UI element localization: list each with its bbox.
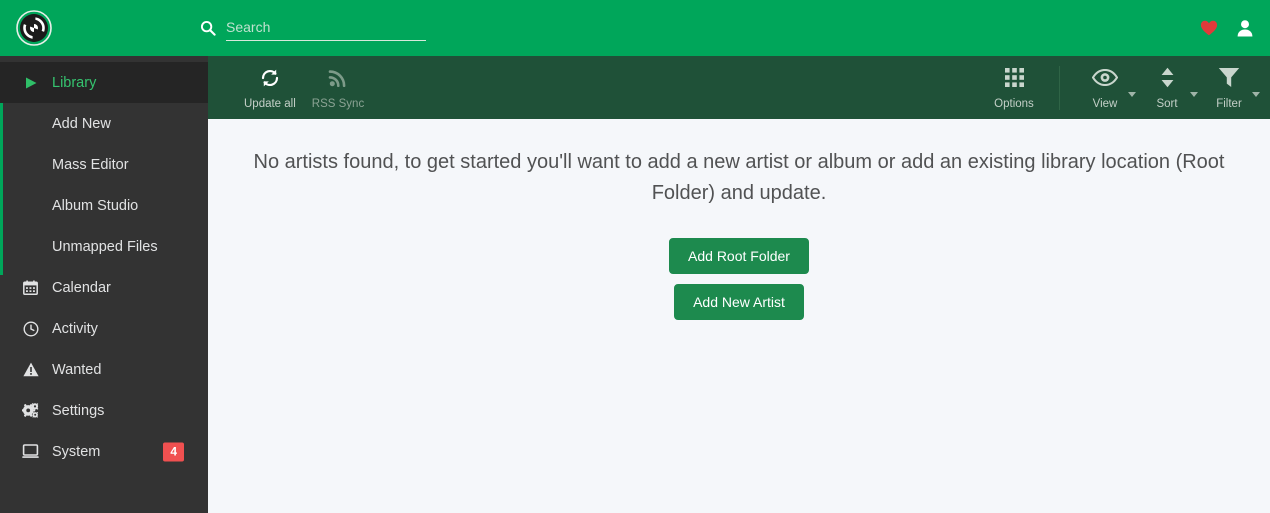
sidebar-item-label: Mass Editor: [52, 156, 129, 173]
toolbar-button-label: Filter: [1216, 97, 1242, 110]
sidebar-item-label: Settings: [52, 402, 105, 419]
lidarr-logo-icon: [16, 10, 52, 46]
warning-icon: [22, 361, 39, 378]
sidebar-item-settings[interactable]: Settings: [0, 390, 208, 431]
refresh-icon: [259, 66, 281, 90]
rss-icon: [328, 66, 349, 90]
sidebar-item-label: Album Studio: [52, 197, 139, 214]
filter-button[interactable]: Filter: [1198, 56, 1260, 119]
logo-container[interactable]: [0, 0, 208, 56]
toolbar-divider: [1059, 65, 1060, 110]
toolbar-right-group: Options View Sort Filter: [983, 56, 1260, 119]
search-container: [200, 15, 426, 41]
desktop-icon: [22, 443, 39, 460]
sidebar-item-label: Activity: [52, 320, 98, 337]
toolbar-left-group: Update all RSS Sync: [208, 56, 372, 119]
chevron-down-icon[interactable]: [1190, 92, 1198, 97]
toolbar-button-label: Options: [994, 97, 1034, 110]
app-root: Library Add New Mass Editor Album Studio…: [0, 0, 1270, 513]
sort-button[interactable]: Sort: [1136, 56, 1198, 119]
eye-icon: [1092, 66, 1118, 90]
empty-state-message: No artists found, to get started you'll …: [253, 151, 1225, 204]
sidebar-item-library[interactable]: Library: [0, 62, 208, 103]
toolbar-button-label: RSS Sync: [311, 97, 365, 110]
status-badge: 4: [163, 442, 184, 461]
rss-sync-button[interactable]: RSS Sync: [304, 56, 372, 119]
main-content: No artists found, to get started you'll …: [208, 119, 1270, 513]
sidebar-item-wanted[interactable]: Wanted: [0, 349, 208, 390]
clock-icon: [22, 320, 39, 337]
sidebar: Library Add New Mass Editor Album Studio…: [0, 56, 208, 513]
sort-icon: [1160, 66, 1175, 90]
sidebar-item-album-studio[interactable]: Album Studio: [0, 185, 208, 226]
play-icon: [22, 74, 39, 91]
grid-icon: [1004, 66, 1024, 90]
gears-icon: [22, 402, 39, 419]
update-all-button[interactable]: Update all: [236, 56, 304, 119]
sidebar-item-label: Add New: [52, 115, 111, 132]
filter-icon: [1218, 66, 1240, 90]
sidebar-item-calendar[interactable]: Calendar: [0, 267, 208, 308]
search-input[interactable]: [226, 15, 426, 41]
calendar-icon: [22, 279, 39, 296]
chevron-down-icon[interactable]: [1252, 92, 1260, 97]
sidebar-item-unmapped-files[interactable]: Unmapped Files: [0, 226, 208, 267]
heart-icon[interactable]: [1200, 19, 1218, 37]
empty-state-actions: Add Root Folder Add New Artist: [208, 238, 1270, 320]
app-header: [0, 0, 1270, 56]
search-icon[interactable]: [200, 20, 216, 36]
add-root-folder-button[interactable]: Add Root Folder: [669, 238, 809, 274]
view-button[interactable]: View: [1074, 56, 1136, 119]
header-actions: [1200, 0, 1254, 56]
sidebar-item-activity[interactable]: Activity: [0, 308, 208, 349]
sidebar-item-label: Wanted: [52, 361, 102, 378]
sidebar-item-label: Unmapped Files: [52, 238, 158, 255]
sidebar-item-add-new[interactable]: Add New: [0, 103, 208, 144]
toolbar-button-label: View: [1092, 97, 1118, 110]
page-toolbar: Update all RSS Sync Options View Sort Fi…: [208, 56, 1270, 119]
sidebar-item-label: Calendar: [52, 279, 111, 296]
sidebar-item-label: Library: [52, 74, 97, 91]
sidebar-item-mass-editor[interactable]: Mass Editor: [0, 144, 208, 185]
toolbar-button-label: Update all: [244, 97, 296, 110]
chevron-down-icon[interactable]: [1128, 92, 1136, 97]
add-new-artist-button[interactable]: Add New Artist: [674, 284, 804, 320]
options-button[interactable]: Options: [983, 56, 1045, 119]
user-icon[interactable]: [1236, 19, 1254, 37]
sidebar-item-system[interactable]: System 4: [0, 431, 208, 472]
toolbar-button-label: Sort: [1156, 97, 1178, 110]
sidebar-item-label: System: [52, 443, 101, 460]
